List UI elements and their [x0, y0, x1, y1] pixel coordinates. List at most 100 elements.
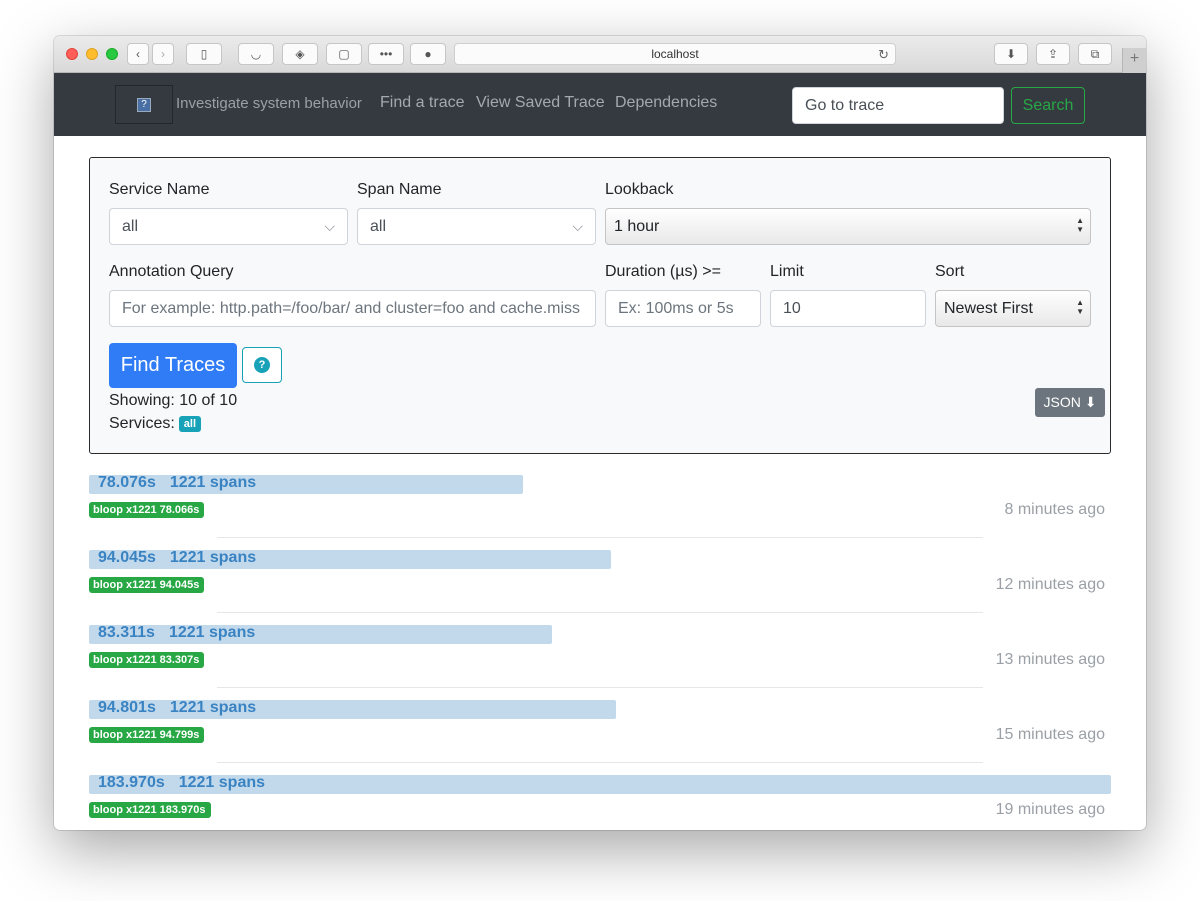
brand-tagline: Investigate system behavior: [176, 95, 362, 112]
search-form-panel: Service Name all ⌵ Span Name all ⌵ Lookb…: [89, 157, 1111, 454]
row-divider: [217, 687, 983, 688]
shield-icon: ◈: [295, 47, 305, 61]
trace-duration: 183.970s: [98, 774, 165, 791]
plus-icon: +: [1129, 50, 1140, 67]
pocket-button[interactable]: ◡: [238, 43, 274, 65]
trace-row[interactable]: 94.045s 1221 spans bloop x1221 94.045s 12…: [89, 549, 1111, 625]
select-arrows-icon: ▲ ▼: [1076, 216, 1084, 234]
trace-span-count: 1221 spans: [169, 699, 257, 716]
document-icon: ▢: [338, 47, 350, 61]
json-label: JSON: [1043, 394, 1081, 410]
duration-label: Duration (µs) >=: [605, 263, 721, 280]
trace-duration: 94.045s: [98, 549, 156, 566]
trace-span-count: 1221 spans: [168, 624, 256, 641]
service-name-value: all: [122, 218, 139, 235]
select-arrows-icon: ▲ ▼: [1076, 298, 1084, 316]
sort-select[interactable]: Newest First ▲ ▼: [935, 290, 1091, 327]
back-button[interactable]: ‹: [127, 43, 149, 65]
json-download-button[interactable]: JSON ⬇: [1035, 388, 1105, 417]
row-divider: [217, 612, 983, 613]
span-name-value: all: [370, 218, 387, 235]
brand-logo[interactable]: ?: [115, 85, 173, 124]
question-circle-icon: ?: [254, 357, 270, 373]
address-bar[interactable]: localhost ↻: [454, 43, 896, 65]
trace-duration: 78.076s: [98, 474, 156, 491]
page-button[interactable]: ▢: [326, 43, 362, 65]
duration-input[interactable]: Ex: 100ms or 5s: [605, 290, 761, 327]
sort-value: Newest First: [944, 300, 1033, 317]
trace-summary: 183.970s 1221 spans: [98, 774, 265, 792]
trace-span-count: 1221 spans: [178, 774, 266, 791]
tabs-icon: ⧉: [1090, 46, 1100, 61]
browser-toolbar: ‹ › ▯ ◡ ◈ ▢ ••• ● localhost ↻ ⬇ ⇪ ⧉ +: [54, 36, 1146, 73]
share-button[interactable]: ⇪: [1036, 43, 1070, 65]
search-button[interactable]: Search: [1011, 87, 1085, 124]
service-name-select[interactable]: all ⌵: [109, 208, 348, 245]
trace-time-ago: 19 minutes ago: [995, 801, 1105, 818]
trace-time-ago: 13 minutes ago: [995, 651, 1105, 668]
chevron-left-icon: ‹: [136, 47, 140, 61]
service-tag: bloop x1221 94.799s: [89, 727, 205, 743]
trace-row[interactable]: 78.076s 1221 spans bloop x1221 78.066s 8 …: [89, 474, 1111, 550]
service-tag: bloop x1221 183.970s: [89, 802, 211, 818]
find-traces-button[interactable]: Find Traces: [109, 343, 237, 388]
chevron-down-icon: ⌵: [324, 218, 335, 234]
more-dots-icon: •••: [379, 47, 393, 61]
downloads-button[interactable]: ⬇: [994, 43, 1028, 65]
forward-button[interactable]: ›: [152, 43, 174, 65]
grammarly-icon: ●: [424, 47, 432, 61]
zoom-window-button[interactable]: [106, 48, 118, 60]
trace-time-ago: 8 minutes ago: [1004, 501, 1105, 518]
chevron-down-icon: ⌵: [572, 218, 583, 234]
lookback-label: Lookback: [605, 181, 674, 198]
trace-duration: 83.311s: [98, 624, 155, 641]
span-name-label: Span Name: [357, 181, 442, 198]
row-divider: [217, 762, 983, 763]
service-badge[interactable]: all: [178, 416, 202, 432]
annotation-query-label: Annotation Query: [109, 263, 234, 280]
trace-row[interactable]: 83.311s 1221 spans bloop x1221 83.307s 13…: [89, 624, 1111, 700]
extension-shield-button[interactable]: ◈: [282, 43, 318, 65]
services-filter: Services: all: [109, 415, 202, 433]
services-label: Services:: [109, 415, 175, 432]
reload-icon[interactable]: ↻: [878, 44, 889, 65]
service-name-label: Service Name: [109, 181, 210, 198]
trace-summary: 78.076s 1221 spans: [98, 474, 256, 492]
trace-summary: 94.801s 1221 spans: [98, 699, 256, 717]
sidebar-button[interactable]: ▯: [186, 43, 222, 65]
new-tab-button[interactable]: +: [1122, 48, 1146, 73]
service-tag: bloop x1221 94.045s: [89, 577, 205, 593]
minimize-window-button[interactable]: [86, 48, 98, 60]
trace-time-ago: 12 minutes ago: [995, 576, 1105, 593]
download-icon: ⬇: [1005, 47, 1017, 61]
nav-dependencies[interactable]: Dependencies: [615, 94, 717, 112]
trace-row[interactable]: 94.801s 1221 spans bloop x1221 94.799s 15…: [89, 699, 1111, 775]
url-text: localhost: [651, 47, 699, 61]
extension-more-button[interactable]: •••: [368, 43, 404, 65]
download-icon: ⬇: [1084, 394, 1097, 410]
close-window-button[interactable]: [66, 48, 78, 60]
browser-window: ‹ › ▯ ◡ ◈ ▢ ••• ● localhost ↻ ⬇ ⇪ ⧉ + ? …: [54, 36, 1146, 830]
trace-span-count: 1221 spans: [169, 474, 257, 491]
trace-summary: 94.045s 1221 spans: [98, 549, 256, 567]
help-button[interactable]: ?: [242, 347, 282, 383]
row-divider: [217, 537, 983, 538]
nav-find-trace[interactable]: Find a trace: [380, 94, 464, 112]
tabs-overview-button[interactable]: ⧉: [1078, 43, 1112, 65]
trace-span-count: 1221 spans: [169, 549, 257, 566]
broken-image-icon: ?: [137, 97, 151, 112]
trace-row[interactable]: 183.970s 1221 spans bloop x1221 183.970s …: [89, 774, 1111, 830]
limit-input[interactable]: 10: [770, 290, 926, 327]
share-icon: ⇪: [1047, 47, 1059, 61]
pocket-icon: ◡: [250, 47, 262, 61]
lookback-select[interactable]: 1 hour ▲ ▼: [605, 208, 1091, 245]
app-navbar: ? Investigate system behavior Find a tra…: [54, 73, 1146, 136]
showing-count: Showing: 10 of 10: [109, 392, 238, 409]
chevron-right-icon: ›: [161, 47, 165, 61]
nav-view-saved-trace[interactable]: View Saved Trace: [476, 94, 605, 112]
annotation-query-input[interactable]: For example: http.path=/foo/bar/ and clu…: [109, 290, 596, 327]
trace-summary: 83.311s 1221 spans: [98, 624, 255, 642]
grammarly-button[interactable]: ●: [410, 43, 446, 65]
go-to-trace-input[interactable]: Go to trace: [792, 87, 1004, 124]
span-name-select[interactable]: all ⌵: [357, 208, 596, 245]
